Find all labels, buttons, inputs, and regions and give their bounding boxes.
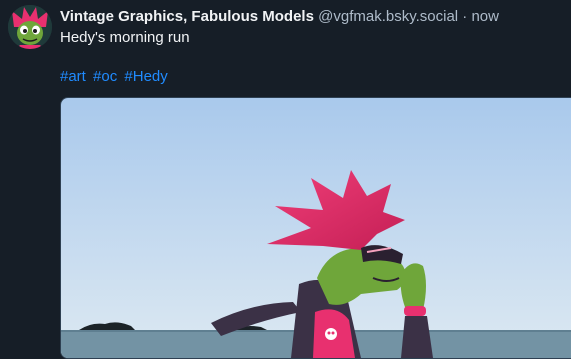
separator-dot: · [462, 8, 468, 25]
post-header: Vintage Graphics, Fabulous Models @vgfma… [60, 7, 571, 27]
artwork-illustration [61, 98, 571, 358]
author-avatar[interactable] [8, 5, 52, 49]
avatar-image [8, 5, 52, 49]
post-text: Hedy's morning run [60, 29, 190, 46]
character-wristband [404, 306, 426, 316]
hashtag-link[interactable]: #art [60, 68, 86, 85]
author-handle[interactable]: @vgfmak.bsky.social [318, 8, 458, 25]
post-item[interactable]: Vintage Graphics, Fabulous Models @vgfma… [0, 0, 571, 359]
post-image[interactable] [60, 97, 571, 359]
hashtag-link[interactable]: #oc [93, 68, 117, 85]
author-name[interactable]: Vintage Graphics, Fabulous Models [60, 8, 314, 25]
hashtag-link[interactable]: #Hedy [124, 68, 167, 85]
hashtag-list: #art #oc #Hedy [60, 67, 171, 87]
post-timestamp[interactable]: now [471, 8, 499, 25]
character-fist [400, 263, 426, 312]
